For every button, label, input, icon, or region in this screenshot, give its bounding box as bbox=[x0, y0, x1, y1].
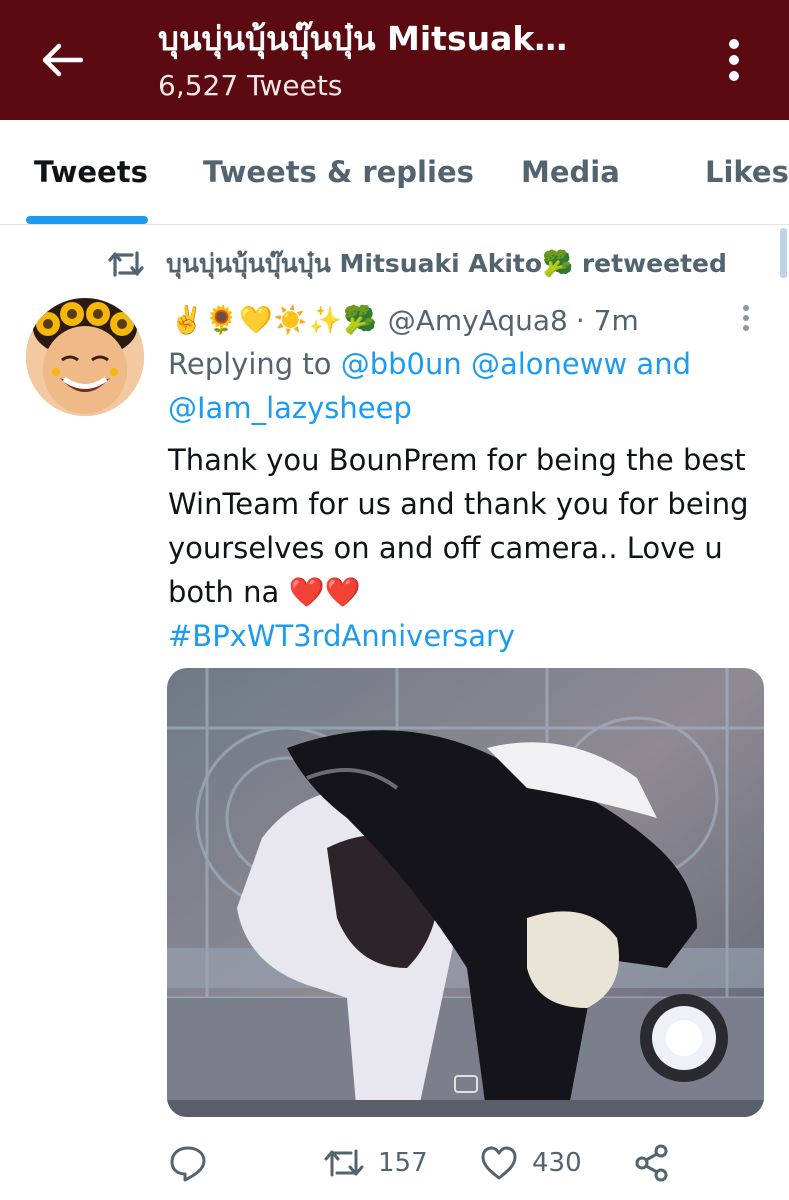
profile-title: บุนบุ่นบุ้นบุ๊นบุ๋น Mitsuak… bbox=[158, 19, 568, 58]
photo-icon bbox=[167, 668, 764, 1117]
like-button[interactable]: 430 bbox=[480, 1138, 582, 1188]
replying-prefix: Replying to bbox=[168, 347, 332, 381]
vertical-dots-icon bbox=[743, 305, 749, 331]
scrollbar[interactable] bbox=[780, 228, 787, 278]
mention-link[interactable]: @bb0un bbox=[341, 347, 462, 381]
hashtag-link[interactable]: #BPxWT3rdAnniversary bbox=[168, 614, 515, 658]
retweet-label: บุนบุ่นบุ้นบุ๊นบุ๋น Mitsuaki Akito🥦 retw… bbox=[166, 249, 727, 278]
mention-and[interactable]: and bbox=[636, 347, 691, 381]
tweet-actions: 157 430 bbox=[168, 1138, 728, 1188]
tweet-photo[interactable] bbox=[167, 668, 764, 1117]
tweet-more-button[interactable] bbox=[732, 298, 760, 338]
more-options-button[interactable] bbox=[712, 32, 756, 88]
heart-icon bbox=[481, 1146, 517, 1180]
profile-header: บุนบุ่นบุ้นบุ๊นบุ๋น Mitsuak… 6,527 Tweet… bbox=[0, 0, 789, 120]
retweet-button[interactable]: 157 bbox=[324, 1138, 428, 1188]
back-button[interactable] bbox=[36, 36, 88, 84]
tab-tweets[interactable]: Tweets bbox=[34, 120, 148, 224]
share-icon bbox=[635, 1144, 668, 1182]
vertical-dots-icon bbox=[729, 39, 739, 81]
tab-tweets-replies[interactable]: Tweets & replies bbox=[203, 120, 474, 224]
tweet-text: Thank you BounPrem for being the best Wi… bbox=[168, 443, 749, 609]
reply-bubble-icon bbox=[170, 1146, 206, 1182]
arrow-left-icon bbox=[42, 43, 83, 77]
avatar-image bbox=[26, 298, 144, 416]
author-handle: @AmyAqua8 bbox=[387, 303, 568, 337]
retweet-icon bbox=[108, 244, 148, 284]
share-button[interactable] bbox=[634, 1138, 684, 1188]
tab-media[interactable]: Media bbox=[521, 120, 620, 224]
reply-button[interactable] bbox=[168, 1138, 222, 1188]
profile-tabs: Tweets Tweets & replies Media Likes bbox=[0, 120, 789, 225]
retweet-count: 157 bbox=[378, 1148, 428, 1178]
replying-to: Replying to @bb0un @aloneww and @Iam_laz… bbox=[168, 342, 768, 430]
mention-link[interactable]: @Iam_lazysheep bbox=[168, 391, 412, 425]
tweet-author[interactable]: ✌️🌻💛☀️✨🥦 @AmyAqua8 · 7m bbox=[170, 298, 639, 342]
avatar[interactable] bbox=[26, 298, 144, 416]
retweet-icon bbox=[324, 1149, 364, 1177]
display-name: ✌️🌻💛☀️✨🥦 bbox=[170, 305, 378, 336]
tab-likes[interactable]: Likes bbox=[705, 120, 789, 224]
active-tab-indicator bbox=[26, 216, 148, 224]
like-count: 430 bbox=[532, 1148, 582, 1178]
tweet-count: 6,527 Tweets bbox=[158, 69, 343, 102]
retweet-context[interactable]: บุนบุ่นบุ้นบุ๊นบุ๋น Mitsuaki Akito🥦 retw… bbox=[108, 244, 727, 284]
tweet-time: · 7m bbox=[575, 303, 639, 337]
mention-link[interactable]: @aloneww bbox=[471, 347, 627, 381]
